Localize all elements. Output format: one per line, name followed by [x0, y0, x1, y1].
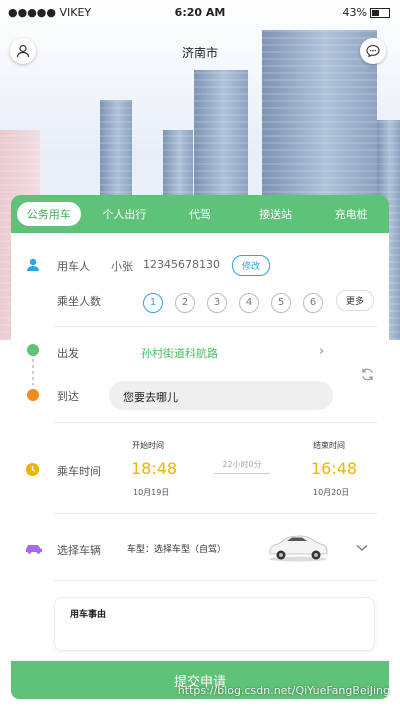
passenger-option[interactable]: 3: [207, 292, 227, 313]
start-time-label: 开始时间: [132, 441, 164, 450]
tab-label: 接送站: [259, 208, 293, 221]
tab-station-transfer[interactable]: 接送站: [238, 206, 314, 222]
car-icon: [26, 545, 42, 554]
more-passengers-button[interactable]: 更多: [336, 290, 375, 311]
destination-dot-icon: [27, 389, 39, 401]
reason-label: 用车事由: [70, 610, 107, 620]
top-header: 济南市: [0, 38, 400, 66]
divider: [53, 580, 377, 581]
passenger-label: 乘坐人数: [57, 295, 101, 308]
edit-user-button[interactable]: 修改: [232, 255, 271, 276]
tab-label: 代驾: [188, 208, 211, 221]
tab-label: 公务用车: [16, 202, 81, 226]
tab-personal-travel[interactable]: 个人出行: [87, 206, 163, 222]
passenger-option[interactable]: 2: [175, 292, 195, 313]
divider: [53, 422, 377, 423]
origin-value[interactable]: 孙村街道科航路: [141, 345, 218, 361]
battery-text: 43%: [342, 6, 367, 19]
status-bar: ●●●●● VIKEY 6:20 AM 43%: [0, 0, 400, 24]
swap-route-icon[interactable]: [360, 367, 375, 382]
route-line: [32, 359, 34, 385]
city-title: 济南市: [181, 46, 218, 60]
passenger-option[interactable]: 4: [239, 292, 259, 313]
passenger-selector: 123456: [143, 290, 335, 313]
divider: [53, 326, 377, 327]
user-label: 用车人: [57, 260, 90, 273]
chevron-down-icon[interactable]: [356, 544, 368, 552]
origin-label: 出发: [57, 347, 79, 360]
chevron-right-icon[interactable]: ›: [319, 344, 324, 359]
vehicle-type-text[interactable]: 车型：选择车型（自驾）: [127, 542, 226, 555]
reason-textarea[interactable]: 用车事由: [54, 597, 375, 651]
tab-designated-driver[interactable]: 代驾: [162, 206, 238, 222]
chat-icon: [366, 44, 380, 58]
message-button[interactable]: [360, 38, 386, 64]
tab-label: 充电桩: [334, 208, 368, 221]
destination-input[interactable]: 您要去哪儿: [109, 381, 333, 410]
passenger-option[interactable]: 6: [303, 292, 323, 313]
end-date-value: 10月20日: [313, 488, 350, 497]
divider: [53, 513, 377, 514]
destination-label: 到达: [57, 390, 79, 403]
user-name: 小张: [111, 260, 133, 273]
passenger-option[interactable]: 5: [271, 292, 291, 313]
battery-icon: [370, 8, 390, 18]
vehicle-label: 选择车辆: [57, 544, 101, 557]
car-image: [269, 535, 328, 562]
clock-text: 6:20 AM: [174, 6, 226, 19]
clock-icon: [25, 462, 40, 477]
passenger-option[interactable]: 1: [143, 292, 163, 313]
time-label: 乘车时间: [57, 465, 101, 478]
application-form: 用车人 小张 12345678130 修改 乘坐人数 123456 更多 出发 …: [11, 233, 389, 711]
battery-status: 43%: [343, 6, 390, 19]
tab-official-car[interactable]: 公务用车: [11, 202, 87, 226]
end-time-value[interactable]: 16:48: [311, 459, 357, 478]
start-time-value[interactable]: 18:48: [131, 459, 177, 478]
tab-label: 个人出行: [102, 208, 147, 221]
watermark-text: https://blog.csdn.net/QiYueFangBeiJing: [177, 684, 390, 697]
end-time-label: 结束时间: [313, 441, 345, 450]
user-phone: 12345678130: [143, 258, 220, 271]
destination-placeholder: 您要去哪儿: [123, 391, 178, 404]
duration-text: 22小时0分: [214, 459, 270, 474]
tab-charging-pile[interactable]: 充电桩: [313, 206, 389, 222]
origin-dot-icon: [27, 344, 39, 356]
service-tabs: 公务用车 个人出行 代驾 接送站 充电桩: [11, 195, 389, 233]
start-date-value: 10月19日: [133, 488, 170, 497]
person-icon: [27, 258, 39, 271]
